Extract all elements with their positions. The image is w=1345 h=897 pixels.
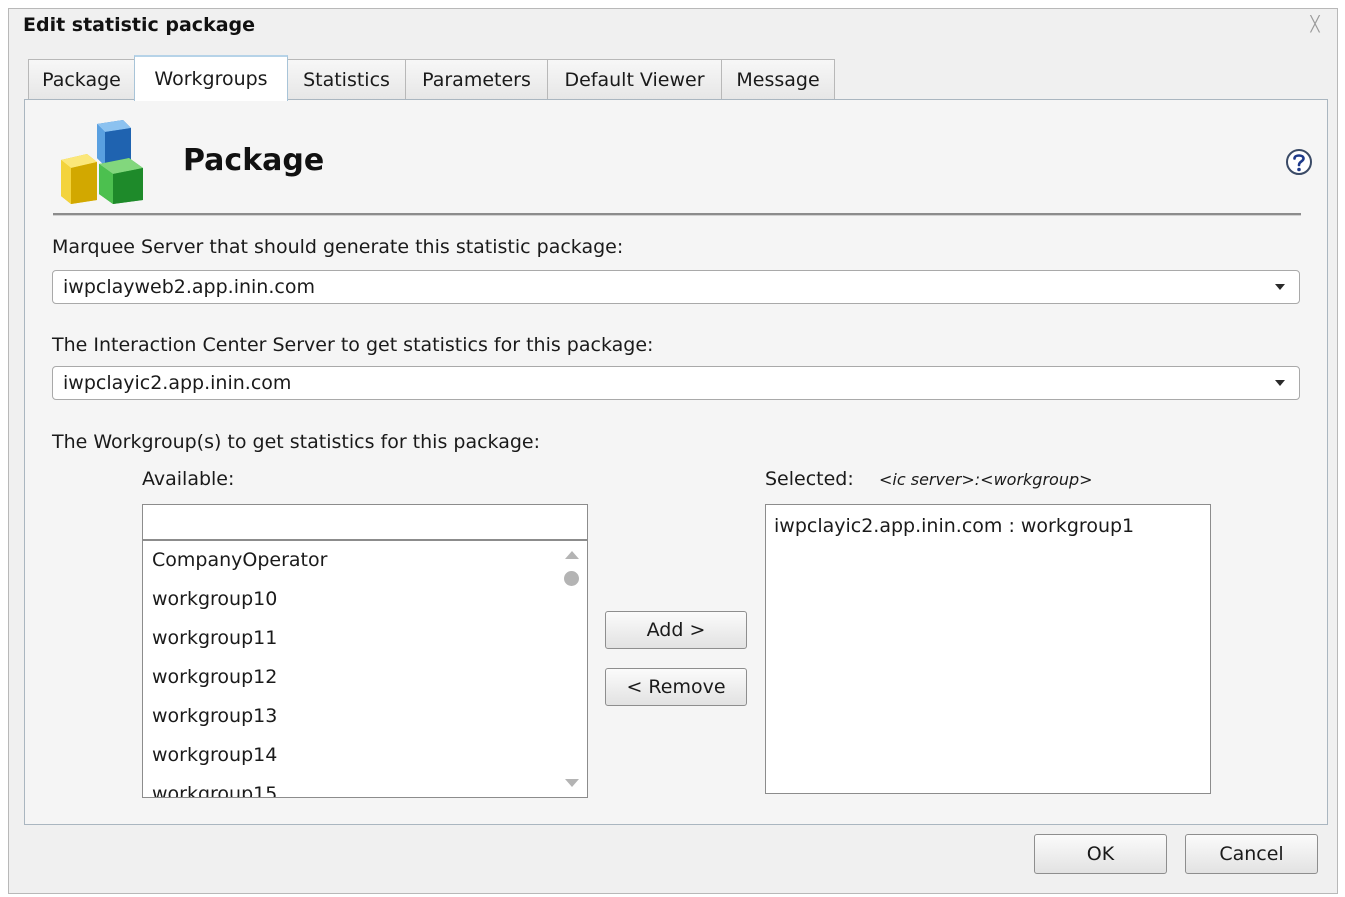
tab-default-viewer[interactable]: Default Viewer — [547, 59, 722, 100]
ok-button[interactable]: OK — [1034, 834, 1167, 874]
marquee-server-label: Marquee Server that should generate this… — [52, 236, 624, 258]
edit-statistic-package-dialog: Edit statistic package ╳ Package Workgro… — [8, 8, 1338, 894]
cancel-button[interactable]: Cancel — [1185, 834, 1318, 874]
add-button[interactable]: Add > — [605, 611, 747, 649]
ic-server-label: The Interaction Center Server to get sta… — [52, 334, 654, 356]
header-divider — [53, 213, 1301, 216]
workgroups-label: The Workgroup(s) to get statistics for t… — [52, 431, 541, 453]
tab-workgroups[interactable]: Workgroups — [134, 55, 288, 101]
list-item[interactable]: CompanyOperator — [152, 549, 327, 571]
package-cubes-icon — [61, 120, 143, 204]
marquee-server-value: iwpclayweb2.app.inin.com — [63, 276, 315, 298]
help-icon[interactable] — [1285, 148, 1313, 176]
available-workgroups-list[interactable]: CompanyOperator workgroup10 workgroup11 … — [142, 540, 588, 798]
list-item[interactable]: workgroup15 — [152, 783, 277, 797]
ic-server-select[interactable]: iwpclayic2.app.inin.com — [52, 366, 1300, 400]
tab-message[interactable]: Message — [721, 59, 835, 100]
selected-label: Selected: — [765, 468, 854, 490]
chevron-down-icon — [1275, 284, 1285, 290]
list-item[interactable]: workgroup13 — [152, 705, 277, 727]
list-item[interactable]: workgroup11 — [152, 627, 277, 649]
list-item[interactable]: workgroup12 — [152, 666, 277, 688]
tab-statistics[interactable]: Statistics — [287, 59, 406, 100]
list-item[interactable]: workgroup14 — [152, 744, 277, 766]
list-item[interactable]: iwpclayic2.app.inin.com : workgroup1 — [774, 515, 1134, 537]
ic-server-value: iwpclayic2.app.inin.com — [63, 372, 292, 394]
page-title: Package — [183, 143, 325, 178]
chevron-down-icon — [1275, 380, 1285, 386]
tab-package[interactable]: Package — [28, 59, 135, 100]
scroll-up-icon[interactable] — [565, 551, 579, 559]
available-label: Available: — [142, 468, 235, 490]
dialog-title: Edit statistic package — [23, 14, 256, 36]
marquee-server-select[interactable]: iwpclayweb2.app.inin.com — [52, 270, 1300, 304]
remove-button[interactable]: < Remove — [605, 668, 747, 706]
scroll-down-icon[interactable] — [565, 779, 579, 787]
tab-parameters[interactable]: Parameters — [405, 59, 548, 100]
selected-format-hint: <ic server>:<workgroup> — [879, 470, 1093, 489]
close-icon[interactable]: ╳ — [1307, 16, 1323, 32]
scrollbar-thumb[interactable] — [564, 571, 579, 586]
selected-workgroups-list[interactable]: iwpclayic2.app.inin.com : workgroup1 — [765, 504, 1211, 794]
workgroups-panel: Package Marquee Server that should gener… — [24, 99, 1328, 825]
title-bar: Edit statistic package ╳ — [9, 9, 1337, 41]
available-filter-input[interactable] — [142, 504, 588, 540]
list-item[interactable]: workgroup10 — [152, 588, 277, 610]
